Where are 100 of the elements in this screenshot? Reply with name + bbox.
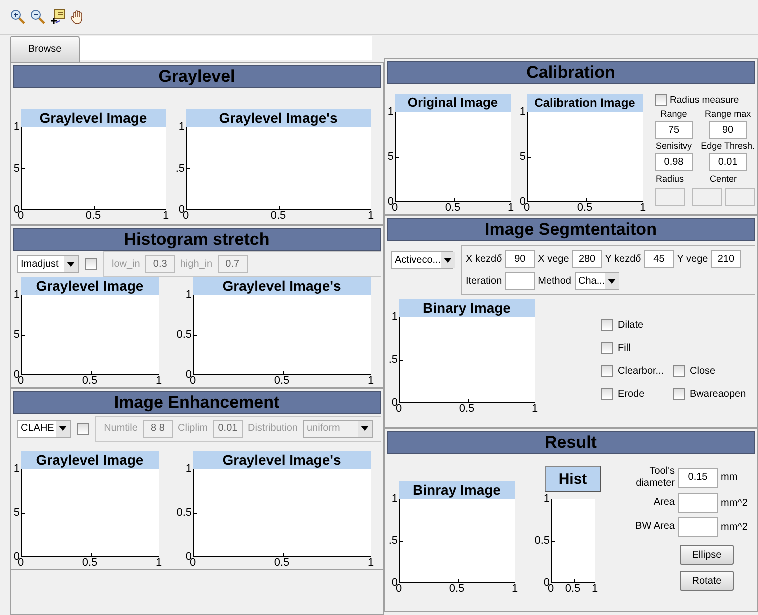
axis-tick-label: 1 [544, 493, 550, 505]
input-field[interactable]: 75 [655, 121, 693, 139]
field-label: X kezdő [466, 254, 502, 264]
zoom-out-icon[interactable] [30, 9, 46, 25]
axes-title: Calibration Image [527, 94, 643, 112]
axis-tick-label: .5 [176, 162, 185, 174]
axes-title: Graylevel Image [21, 109, 166, 127]
input-field[interactable]: 90 [505, 250, 536, 268]
axis-tick-label: 0 [392, 202, 400, 214]
axis-tick-label: 0.5 [534, 535, 550, 547]
zoom-in-icon[interactable] [10, 9, 26, 25]
field-label: Range [660, 109, 688, 119]
unit-label: mm^2 [721, 522, 749, 532]
axis-tick-label: 0.5 [270, 210, 286, 222]
field-label: Radius [656, 174, 684, 184]
input-field[interactable]: 45 [644, 250, 674, 268]
axis-tick-label: 5 [14, 507, 20, 519]
data-cursor-icon[interactable] [50, 9, 66, 25]
axis-tick-label: 1 [392, 311, 398, 323]
axis-tick-label: 0 [18, 557, 26, 569]
axis-tick-label: 0 [392, 577, 398, 589]
action-button[interactable]: Ellipse [680, 545, 734, 565]
input-field[interactable]: 90 [709, 121, 748, 139]
axis-tick-label: 0 [186, 551, 192, 563]
axis-tick-label: 1 [186, 289, 192, 301]
checkbox[interactable] [77, 422, 90, 434]
axis-tick-label: 1 [154, 375, 164, 387]
checkbox[interactable] [655, 94, 667, 106]
axis-tick-label: 1 [14, 121, 20, 133]
checkbox[interactable] [601, 365, 613, 377]
input-field[interactable]: 0.98 [655, 153, 693, 171]
axis-tick-label: 1 [178, 121, 185, 133]
axis-tick-label: 0 [388, 196, 394, 208]
input-field[interactable]: 280 [572, 250, 602, 268]
input-field[interactable]: 210 [711, 250, 742, 268]
method-dropdown[interactable]: Imadjust [17, 255, 79, 273]
checkbox[interactable] [601, 388, 613, 400]
action-button[interactable]: Rotate [680, 571, 734, 591]
axis-tick-label: 0.5 [176, 329, 192, 341]
field-label: Senisitvy [656, 141, 692, 151]
hist-button[interactable]: Hist [545, 466, 601, 492]
caret-icon [608, 278, 616, 284]
input-field[interactable] [505, 272, 536, 290]
axes-title: Graylevel Image [21, 451, 159, 469]
checkbox-label: Erode [618, 388, 645, 400]
axis-tick-label: 1 [392, 493, 398, 505]
axis-tick-label: 0.5 [274, 375, 290, 387]
browse-button[interactable]: Browse [10, 36, 80, 62]
checkbox[interactable] [673, 388, 685, 400]
input-field[interactable]: 0.01 [709, 153, 748, 171]
axis-tick-label: 0 [14, 551, 20, 563]
axis-tick-label: 1 [14, 463, 20, 475]
field-label: low_in [112, 258, 140, 270]
axis-tick-label: 0 [18, 375, 26, 387]
axis-tick-label: 0.5 [449, 583, 465, 595]
panel-title: Histogram stretch [13, 228, 381, 251]
axis-tick-label: 0 [520, 196, 526, 208]
axis-tick-label: 5 [14, 329, 20, 341]
axis-tick-label: 1 [366, 210, 376, 222]
field-label: Y kezdő [605, 254, 642, 264]
axis-tick-label: 1 [366, 375, 376, 387]
axis-tick-label: 1 [506, 202, 516, 214]
field-label: Distribution [248, 423, 298, 434]
axis-tick-label: 0 [524, 202, 532, 214]
axes-title: Graylevel Image's [193, 451, 371, 469]
axis-tick-label: .5 [388, 354, 398, 366]
axis-tick-label: 0.5 [565, 583, 581, 595]
axes-title: Graylevel Image [21, 277, 159, 295]
method-dropdown[interactable]: CLAHE [17, 420, 72, 438]
axis-tick-label: 1 [590, 583, 600, 595]
input-field[interactable] [678, 517, 718, 537]
axis-tick-label: 5 [388, 151, 394, 163]
axis-tick-label: 1 [530, 403, 540, 415]
input-field[interactable]: 0.15 [678, 468, 718, 488]
axis-tick-label: 0 [396, 403, 404, 415]
axis-tick-label: 0.5 [82, 375, 98, 387]
axis-tick-label: 5 [520, 151, 526, 163]
checkbox-label: Close [690, 366, 716, 376]
panel-title: Graylevel [13, 65, 381, 88]
axis-tick-label: 1 [186, 463, 192, 475]
option-dropdown[interactable]: Cha... [574, 272, 618, 290]
input-field[interactable] [678, 493, 718, 513]
caret-icon [59, 426, 68, 431]
checkbox[interactable] [601, 319, 613, 331]
checkbox[interactable] [85, 258, 97, 270]
checkbox[interactable] [601, 342, 613, 354]
axis-tick-label: 1 [14, 289, 20, 301]
field-label: Cliplim [178, 423, 208, 434]
axis-tick-label: 0.5 [274, 557, 290, 569]
axis-tick-label: 0 [396, 583, 404, 595]
method-dropdown[interactable]: Activeco... [391, 251, 453, 269]
axis-tick-label: 0 [18, 210, 26, 222]
axis-tick-label: 1 [638, 202, 648, 214]
axis-tick-label: 1 [510, 583, 520, 595]
field-label: Range max [705, 109, 752, 119]
checkbox[interactable] [673, 365, 685, 377]
axes-title: Binary Image [399, 299, 535, 317]
axis-tick-label: .5 [388, 535, 398, 547]
axis-tick-label: 0.5 [577, 202, 593, 214]
field-label: Area [652, 497, 675, 509]
